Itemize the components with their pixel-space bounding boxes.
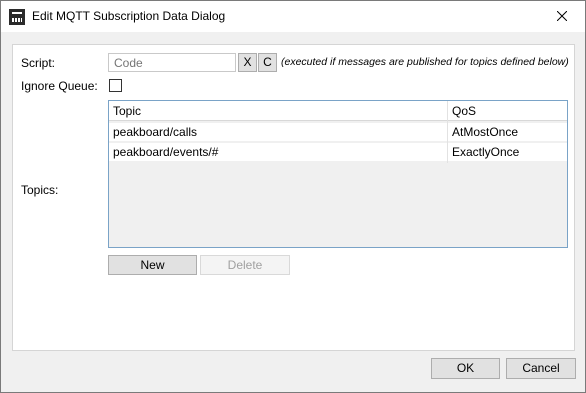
ok-button[interactable]: OK: [431, 358, 500, 379]
qos-cell[interactable]: ExactlyOnce: [448, 143, 567, 162]
ignore-queue-label: Ignore Queue:: [21, 79, 98, 93]
qos-cell[interactable]: AtMostOnce: [448, 123, 567, 142]
cancel-button[interactable]: Cancel: [506, 358, 576, 379]
topic-cell[interactable]: peakboard/events/#: [109, 143, 447, 162]
dialog-title: Edit MQTT Subscription Data Dialog: [32, 9, 226, 23]
column-header-qos[interactable]: QoS: [448, 101, 567, 121]
title-bar[interactable]: Edit MQTT Subscription Data Dialog: [1, 1, 585, 32]
ignore-queue-checkbox[interactable]: [109, 79, 122, 92]
close-icon: [557, 11, 567, 21]
script-code-input[interactable]: [108, 53, 236, 72]
delete-topic-button[interactable]: Delete: [200, 255, 290, 275]
new-topic-button[interactable]: New: [108, 255, 197, 275]
close-button[interactable]: [539, 1, 585, 31]
table-row[interactable]: peakboard/events/# ExactlyOnce: [109, 143, 567, 162]
topic-cell[interactable]: peakboard/calls: [109, 123, 447, 142]
peakboard-logo-icon: [9, 9, 25, 25]
table-row[interactable]: peakboard/calls AtMostOnce: [109, 123, 567, 142]
column-header-topic[interactable]: Topic: [109, 101, 447, 121]
column-divider: [447, 101, 448, 163]
edit-code-button[interactable]: C: [258, 53, 277, 72]
grid-header: Topic QoS: [109, 101, 567, 121]
script-label: Script:: [21, 56, 56, 70]
clear-script-button[interactable]: X: [238, 53, 257, 72]
dialog-window: Edit MQTT Subscription Data Dialog Scrip…: [0, 0, 586, 393]
topics-label: Topics:: [21, 183, 59, 197]
script-hint: (executed if messages are published for …: [281, 56, 569, 68]
form-panel: Script: X C (executed if messages are pu…: [12, 44, 575, 351]
topics-grid[interactable]: Topic QoS peakboard/calls AtMostOnce pea…: [108, 100, 568, 248]
